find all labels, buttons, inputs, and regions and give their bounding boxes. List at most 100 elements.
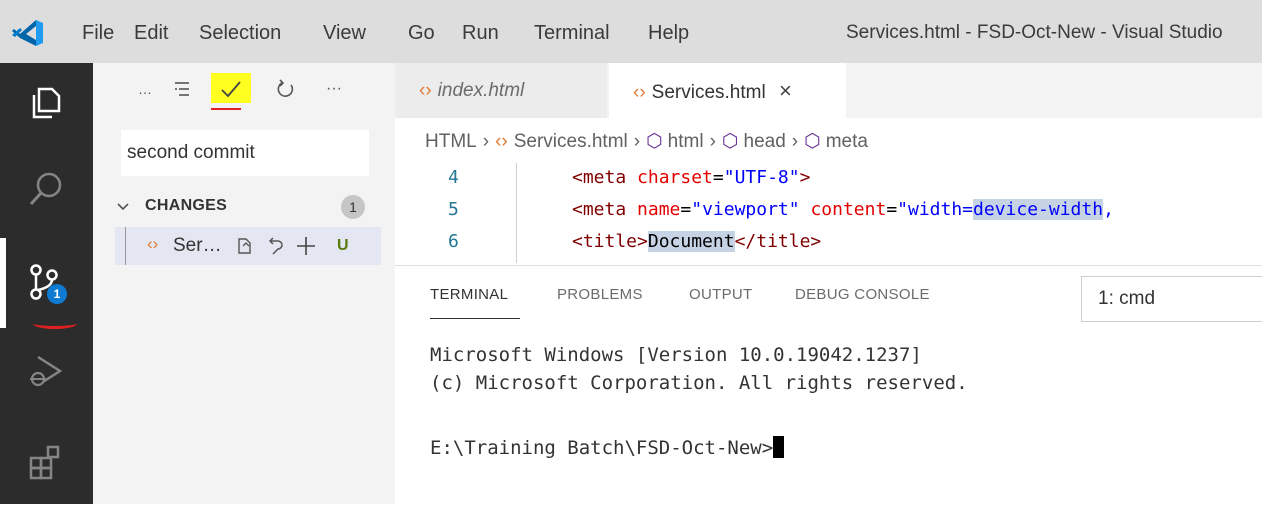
eq-token: = <box>680 199 692 220</box>
changes-label: CHANGES <box>145 197 228 214</box>
changed-file-row[interactable]: ‹› Ser… U <box>115 227 381 265</box>
commit-message-input[interactable] <box>121 130 369 176</box>
menu-go[interactable]: Go <box>408 20 435 46</box>
refresh-button[interactable] <box>271 75 301 103</box>
terminal-cursor <box>773 436 785 458</box>
terminal-select[interactable]: 1: cmd <box>1081 276 1262 322</box>
text-token: Document <box>647 231 735 252</box>
value-token: "UTF-8" <box>723 167 800 188</box>
eq-token: = <box>712 167 724 188</box>
explorer-icon <box>32 87 61 119</box>
line-number: 5 <box>448 199 459 220</box>
window-title: Services.html - FSD-Oct-New - Visual Stu… <box>846 22 1223 43</box>
discard-changes-icon[interactable] <box>265 236 285 256</box>
search-button[interactable] <box>0 151 93 223</box>
tab-index-html[interactable]: ‹› index.html <box>395 63 607 118</box>
attr-token: content <box>810 199 887 220</box>
code-editor[interactable]: 4 5 6 <meta charset="UTF-8"> <meta name=… <box>395 163 1262 263</box>
breadcrumb-item[interactable]: HTML <box>425 131 477 152</box>
tab-terminal[interactable]: TERMINAL <box>430 286 508 303</box>
untracked-status: U <box>337 237 349 254</box>
attr-token: charset <box>637 167 713 188</box>
changed-file-name: Ser… <box>173 235 222 256</box>
prompt-text: E:\Training Batch\FSD-Oct-New> <box>430 437 774 459</box>
indent-guide <box>516 163 517 263</box>
element-symbol-icon: ⬡ <box>804 131 821 152</box>
value-token: "viewport" <box>691 199 800 220</box>
tab-label: index.html <box>437 80 525 101</box>
selected-text: device-width <box>973 199 1104 220</box>
breadcrumb-item[interactable]: head <box>744 131 786 152</box>
close-icon[interactable]: × <box>779 78 792 103</box>
value-token: "width= <box>897 199 974 220</box>
commit-button[interactable] <box>211 75 251 103</box>
line-number: 4 <box>448 167 459 188</box>
commit-check-icon <box>221 81 241 98</box>
breadcrumb-item[interactable]: Services.html <box>514 131 628 152</box>
tab-services-html[interactable]: ‹› Services.html × <box>609 63 846 118</box>
breadcrumb-item[interactable]: html <box>668 131 704 152</box>
element-symbol-icon: ⬡ <box>646 131 663 152</box>
tag-token: </title> <box>734 231 822 252</box>
value-token: , <box>1103 199 1114 220</box>
activity-bar: 1 <box>0 63 93 504</box>
open-file-icon[interactable] <box>235 236 255 256</box>
html-file-icon: ‹› <box>633 82 646 103</box>
code-line-4: <meta charset="UTF-8"> <box>572 167 810 188</box>
source-control-badge: 1 <box>47 284 67 304</box>
menu-help[interactable]: Help <box>648 20 689 46</box>
red-annotation-mark <box>33 318 77 329</box>
code-line-6: <title>Document</title> <box>572 231 821 252</box>
run-debug-button[interactable] <box>0 333 93 405</box>
terminal-prompt[interactable]: E:\Training Batch\FSD-Oct-New> <box>430 436 785 459</box>
title-bar: File Edit Selection View Go Run Terminal… <box>0 0 1262 63</box>
html-file-icon: ‹› <box>495 131 508 152</box>
extensions-icon <box>29 445 60 480</box>
tab-label: Services.html <box>651 82 766 103</box>
tag-token: <title> <box>572 231 648 252</box>
changes-count-badge: 1 <box>341 195 365 219</box>
breadcrumb: HTML › ‹› Services.html › ⬡ html › ⬡ head › ⬡ meta <box>425 130 868 153</box>
chevron-down-icon <box>117 203 129 211</box>
tab-output[interactable]: OUTPUT <box>689 286 752 303</box>
menu-file[interactable]: File <box>82 20 114 46</box>
html-file-icon: ‹› <box>419 80 432 101</box>
chevron-right-icon: › <box>791 131 799 152</box>
bottom-panel: TERMINAL PROBLEMS OUTPUT DEBUG CONSOLE 1… <box>395 265 1262 505</box>
view-as-list-button[interactable] <box>167 75 197 103</box>
html-file-icon: ‹› <box>147 234 159 253</box>
menu-selection[interactable]: Selection <box>199 20 281 46</box>
stage-changes-icon[interactable] <box>295 235 317 257</box>
menu-edit[interactable]: Edit <box>134 20 168 46</box>
terminal-output-line: (c) Microsoft Corporation. All rights re… <box>430 372 968 394</box>
tag-token: <meta <box>572 199 638 220</box>
chevron-right-icon: › <box>482 131 490 152</box>
source-control-button[interactable] <box>0 243 93 315</box>
view-as-list-icon <box>175 82 189 96</box>
more-views-button[interactable]: … <box>133 75 157 103</box>
tab-problems[interactable]: PROBLEMS <box>557 286 643 303</box>
changes-section-header[interactable]: CHANGES 1 <box>115 193 385 221</box>
code-line-5: <meta name="viewport" content="width=dev… <box>572 199 1114 220</box>
refresh-icon <box>277 79 294 97</box>
element-symbol-icon: ⬡ <box>721 131 739 152</box>
menu-terminal[interactable]: Terminal <box>534 20 610 46</box>
terminal-output-line: Microsoft Windows [Version 10.0.19042.12… <box>430 344 922 366</box>
tree-guide <box>125 227 126 265</box>
editor-tabs: ‹› index.html ‹› Services.html × <box>395 63 1262 118</box>
search-icon <box>29 172 62 206</box>
eq-token: = <box>886 199 898 220</box>
tab-debug-console[interactable]: DEBUG CONSOLE <box>795 286 930 303</box>
tag-token: > <box>799 167 811 188</box>
explorer-button[interactable] <box>0 63 93 135</box>
tag-token: <meta <box>572 167 638 188</box>
vscode-logo-icon <box>12 20 43 46</box>
breadcrumb-item[interactable]: meta <box>826 131 868 152</box>
more-actions-button[interactable]: ··· <box>319 75 349 103</box>
line-number: 6 <box>448 231 459 252</box>
menu-run[interactable]: Run <box>462 20 499 46</box>
active-tab-underline <box>430 318 520 319</box>
menu-view[interactable]: View <box>323 20 366 46</box>
extensions-button[interactable] <box>0 425 93 497</box>
attr-token: name <box>637 199 681 220</box>
